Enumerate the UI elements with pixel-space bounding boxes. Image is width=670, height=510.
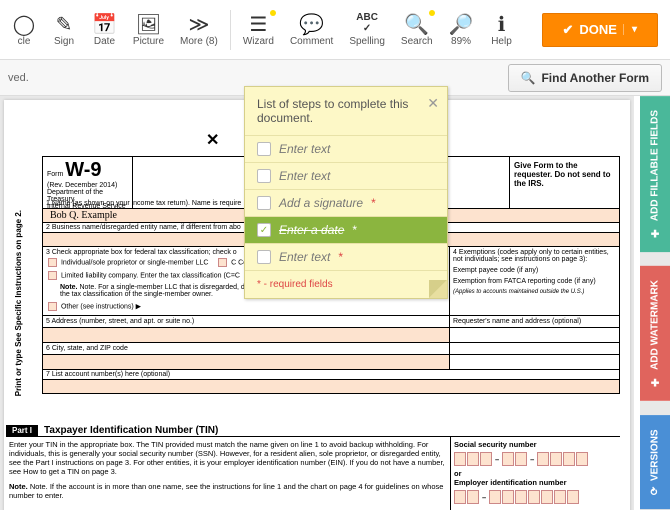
search-icon: 🔍: [521, 71, 536, 85]
ssn-field[interactable]: – –: [454, 452, 617, 466]
checkbox-llc[interactable]: [48, 271, 57, 280]
wizard-title: List of steps to complete this document.: [257, 97, 408, 125]
wizard-footer: * - required fields: [245, 271, 447, 298]
zoom-tool[interactable]: 🔎89%: [441, 8, 482, 51]
address-field[interactable]: [43, 328, 449, 342]
checkbox-other[interactable]: [48, 302, 57, 311]
side-tabs: ✚ADD FILLABLE FIELDS ✚ADD WATERMARK ⟳VER…: [640, 96, 670, 510]
side-instructions: Print or type See Specific Instructions …: [14, 210, 23, 396]
versions-tab[interactable]: ⟳VERSIONS: [640, 415, 670, 509]
add-fillable-fields-tab[interactable]: ✚ADD FILLABLE FIELDS: [640, 96, 670, 252]
account-numbers-field[interactable]: [42, 380, 620, 394]
wizard-tool[interactable]: ☰Wizard: [235, 8, 282, 51]
wizard-step-3[interactable]: Add a signature *: [245, 190, 447, 217]
search-tool[interactable]: 🔍Search: [393, 8, 441, 51]
checkbox-ccorp[interactable]: [218, 258, 227, 267]
wizard-step-1[interactable]: Enter text: [245, 136, 447, 163]
add-watermark-tab[interactable]: ✚ADD WATERMARK: [640, 266, 670, 401]
ein-field[interactable]: –: [454, 490, 617, 504]
comment-tool[interactable]: 💬Comment: [282, 8, 341, 51]
wizard-step-5[interactable]: Enter text *: [245, 244, 447, 271]
city-field[interactable]: [43, 355, 449, 369]
saved-status: ved.: [8, 72, 29, 84]
wizard-close-icon[interactable]: ✕: [427, 95, 439, 112]
circle-tool[interactable]: ◯cle: [4, 8, 44, 51]
sign-tool[interactable]: ✎Sign: [44, 8, 84, 51]
done-button[interactable]: ✔DONE▾: [542, 13, 659, 47]
checkbox-individual[interactable]: [48, 258, 57, 267]
wizard-popup: List of steps to complete this document.…: [244, 86, 448, 299]
main-toolbar: ◯cle ✎Sign 📅Date 🖼Picture ≫More (8) ☰Wiz…: [0, 0, 670, 60]
help-tool[interactable]: ℹHelp: [482, 8, 522, 51]
more-tools[interactable]: ≫More (8): [172, 8, 226, 51]
wizard-step-2[interactable]: Enter text: [245, 163, 447, 190]
date-tool[interactable]: 📅Date: [84, 8, 125, 51]
wizard-step-4[interactable]: Enter a date *: [245, 217, 447, 244]
find-another-form-button[interactable]: 🔍 Find Another Form: [508, 64, 663, 92]
spelling-tool[interactable]: ABC✓Spelling: [341, 8, 393, 51]
close-icon[interactable]: ✕: [206, 130, 219, 150]
picture-tool[interactable]: 🖼Picture: [125, 8, 172, 51]
